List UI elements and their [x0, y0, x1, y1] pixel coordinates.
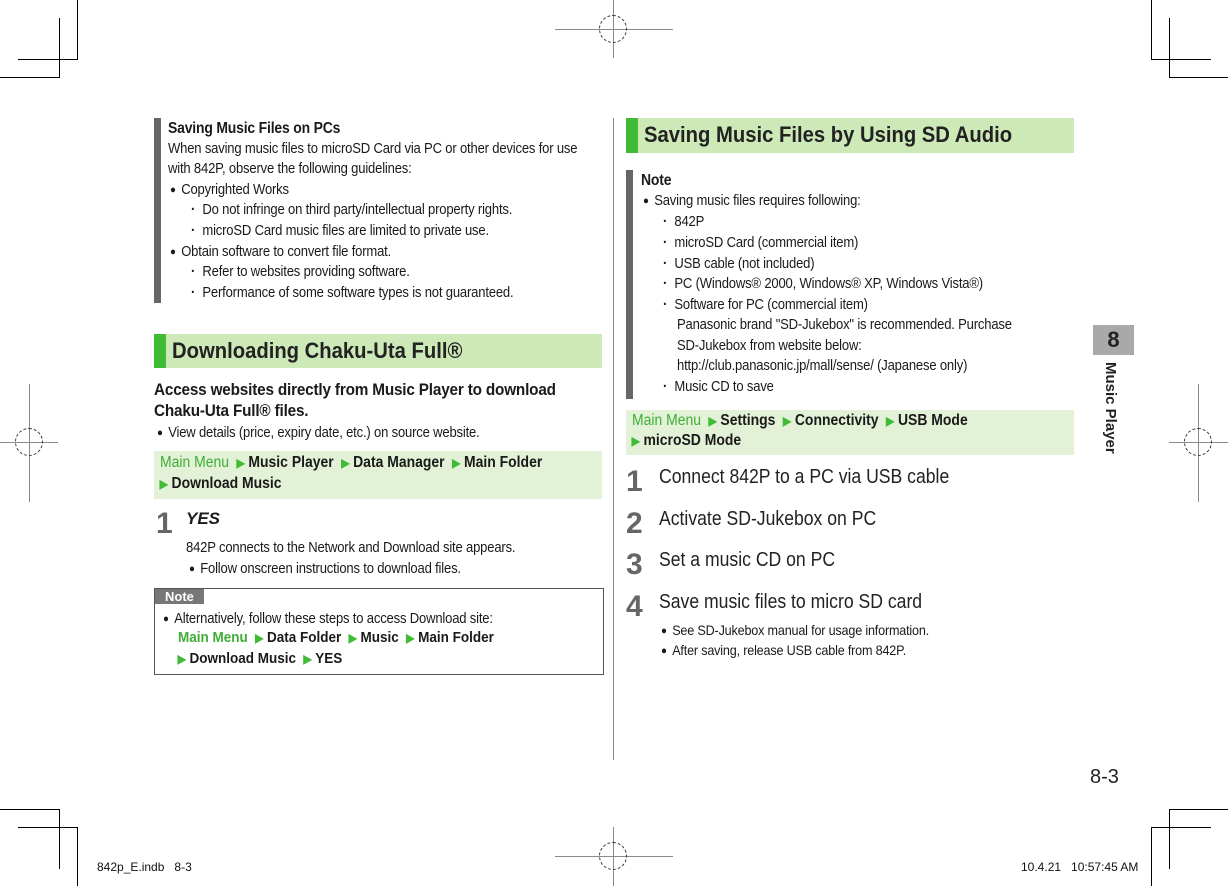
note-tag: Note	[155, 589, 204, 604]
column-divider	[613, 118, 614, 760]
requirement-item: 842P	[663, 212, 704, 233]
list-item: Obtain software to convert file format.	[170, 242, 391, 264]
lead-bullet: View details (price, expiry date, etc.) …	[157, 423, 480, 445]
arrow-right-icon: ▶	[177, 652, 186, 666]
menu-path-step[interactable]: Connectivity	[795, 412, 879, 429]
page-number: 8-3	[1090, 766, 1119, 788]
chapter-number-tab[interactable]: 8	[1093, 325, 1134, 355]
menu-path: Main Menu ▶ Settings ▶ Connectivity ▶ USB M…	[626, 410, 1074, 455]
step-number: 4	[626, 590, 643, 623]
requirement-item: microSD Card (commercial item)	[663, 233, 858, 254]
menu-path-step[interactable]: Download Music	[190, 650, 297, 667]
step-text: Set a music CD on PC	[659, 549, 836, 571]
section-title: Downloading Chaku-Uta Full®	[172, 338, 463, 363]
intro-line: When saving music files to microSD Card …	[168, 141, 578, 157]
section-header-sd-audio: Saving Music Files by Using SD Audio	[626, 118, 1074, 153]
step-number: 1	[156, 507, 173, 540]
menu-path: Main Menu ▶ Music Player ▶ Data Manager ▶ M…	[154, 451, 602, 499]
requirement-item: Software for PC (commercial item)	[663, 295, 868, 316]
arrow-right-icon: ▶	[631, 434, 640, 448]
menu-path-step[interactable]: Data Folder	[267, 629, 341, 646]
header-accent	[626, 118, 638, 153]
menu-path-step[interactable]: Main Folder	[464, 454, 542, 471]
arrow-right-icon: ▶	[341, 456, 350, 470]
menu-path-step[interactable]: Download Music	[172, 475, 282, 492]
arrow-right-icon: ▶	[236, 456, 245, 470]
lead-text: Access websites directly from Music Play…	[154, 380, 556, 399]
step-number: 2	[626, 507, 643, 540]
arrow-right-icon: ▶	[708, 414, 717, 428]
arrow-right-icon: ▶	[406, 631, 415, 645]
menu-path-step[interactable]: Main Folder	[418, 629, 494, 646]
requirement-item: USB cable (not included)	[663, 254, 814, 275]
software-note: SD-Jukebox from website below:	[677, 338, 862, 354]
step-text: Activate SD-Jukebox on PC	[659, 508, 877, 530]
note-bullet: Alternatively, follow these steps to acc…	[163, 609, 493, 631]
header-accent	[154, 334, 166, 368]
step-bullet: Follow onscreen instructions to download…	[189, 559, 461, 581]
step-text: Connect 842P to a PC via USB cable	[659, 466, 950, 488]
step-number: 1	[626, 465, 643, 498]
menu-path-start[interactable]: Main Menu	[160, 454, 229, 471]
sub-item: Refer to websites providing software.	[191, 262, 410, 283]
step-label[interactable]: YES	[186, 509, 220, 529]
section-header-downloading: Downloading Chaku-Uta Full®	[154, 334, 602, 368]
step-description: 842P connects to the Network and Downloa…	[186, 540, 516, 556]
lead-text: Chaku-Uta Full® files.	[154, 401, 309, 420]
menu-path-start[interactable]: Main Menu	[632, 412, 701, 429]
sub-item: Performance of some software types is no…	[191, 283, 513, 304]
menu-path-step[interactable]: USB Mode	[898, 412, 968, 429]
chapter-label: Music Player	[1102, 362, 1119, 454]
menu-path-step[interactable]: Music	[361, 629, 399, 646]
sub-item: Do not infringe on third party/intellect…	[191, 200, 512, 221]
menu-path-step[interactable]: YES	[315, 650, 342, 667]
arrow-right-icon: ▶	[159, 477, 168, 491]
step-bullet: After saving, release USB cable from 842…	[661, 640, 906, 663]
sub-item: microSD Card music files are limited to …	[191, 221, 489, 242]
menu-path-step[interactable]: microSD Mode	[644, 432, 742, 449]
section-title: Saving Music Files by Using SD Audio	[644, 122, 1013, 147]
menu-path-step[interactable]: Data Manager	[353, 454, 444, 471]
arrow-right-icon: ▶	[886, 414, 895, 428]
arrow-right-icon: ▶	[348, 631, 357, 645]
step-text: Save music files to micro SD card	[659, 591, 923, 613]
menu-path-step[interactable]: Settings	[720, 412, 775, 429]
note-bullet: Saving music files requires following:	[643, 191, 861, 213]
arrow-right-icon: ▶	[255, 631, 264, 645]
software-note: Panasonic brand "SD-Jukebox" is recommen…	[677, 317, 1012, 333]
menu-path-start[interactable]: Main Menu	[178, 629, 248, 646]
requirement-item: Music CD to save	[663, 377, 774, 398]
arrow-right-icon: ▶	[452, 456, 461, 470]
intro-line: with 842P, observe the following guideli…	[168, 161, 412, 177]
menu-path-step[interactable]: Music Player	[248, 454, 333, 471]
list-item: Copyrighted Works	[170, 180, 289, 202]
slug-file: 842p_E.indb 8-3	[97, 860, 192, 874]
arrow-right-icon: ▶	[303, 652, 312, 666]
box-title: Saving Music Files on PCs	[168, 120, 341, 137]
slug-timestamp: 10.4.21 10:57:45 AM	[1021, 860, 1139, 874]
note-title: Note	[641, 172, 672, 189]
note-box: Note Alternatively, follow these steps t…	[154, 588, 604, 675]
step-number: 3	[626, 548, 643, 581]
requirement-item: PC (Windows® 2000, Windows® XP, Windows …	[663, 274, 983, 295]
software-url[interactable]: http://club.panasonic.jp/mall/sense/ (Ja…	[677, 356, 967, 377]
arrow-right-icon: ▶	[782, 414, 792, 428]
